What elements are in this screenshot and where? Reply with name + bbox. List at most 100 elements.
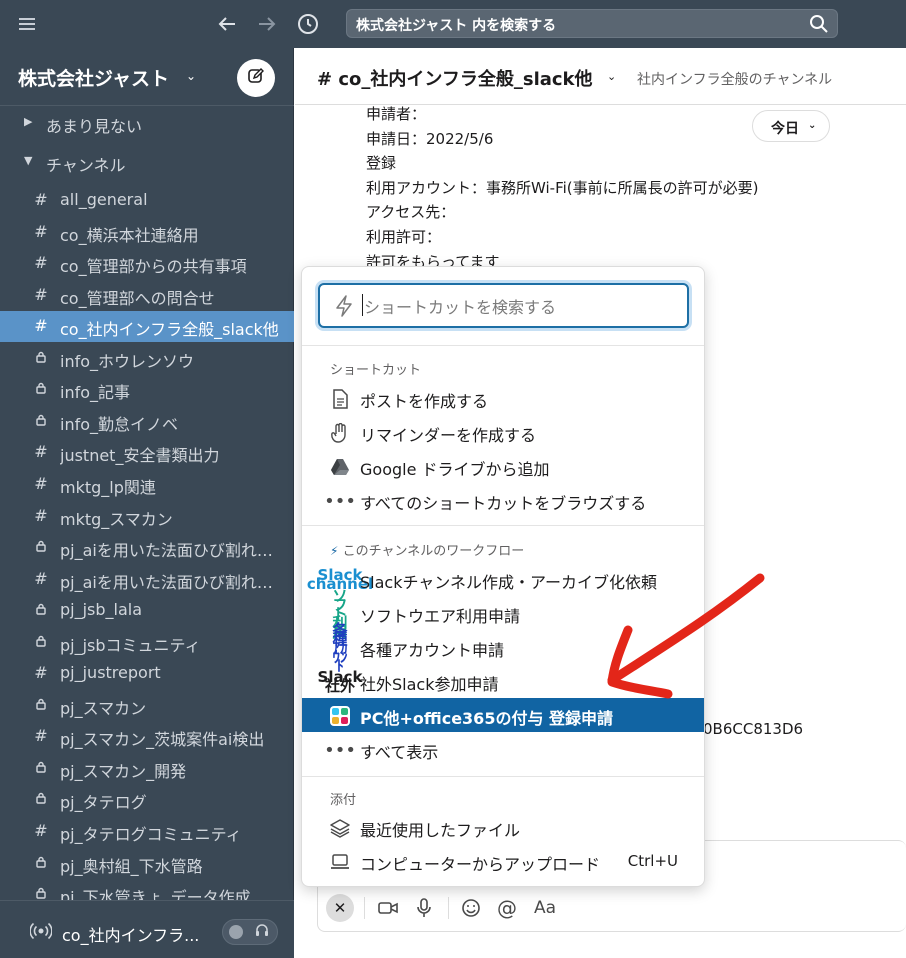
shortcut-create-post[interactable]: ポストを作成する bbox=[302, 381, 704, 415]
channel-name: co_社内インフラ全般_slack他 bbox=[60, 320, 279, 339]
caret-down-icon: ▼ bbox=[24, 154, 33, 167]
top-bar: 株式会社ジャスト 内を検索する bbox=[0, 0, 906, 48]
shortcut-google-drive[interactable]: Google ドライブから追加 bbox=[302, 449, 704, 483]
workflow-label: PC他+office365の付与 登録申請 bbox=[360, 709, 614, 728]
ellipsis-icon: ••• bbox=[324, 739, 356, 761]
hash-icon: # bbox=[34, 442, 48, 461]
layers-icon bbox=[329, 817, 351, 839]
attach-recent-files[interactable]: 最近使用したファイル bbox=[302, 810, 704, 844]
sidebar-channel-item[interactable]: # justnet_安全書類出力 bbox=[0, 437, 294, 468]
workflow-show-all[interactable]: ••• すべて表示 bbox=[302, 732, 704, 766]
forward-arrow-icon[interactable] bbox=[253, 10, 281, 38]
sidebar-channel-item[interactable]: # pj_aiを用いた法面ひび割れ解析 bbox=[0, 564, 294, 595]
message-text-fragment: 0B6CC813D6 bbox=[703, 720, 804, 738]
video-camera-icon[interactable] bbox=[376, 896, 400, 920]
channel-title[interactable]: # co_社内インフラ全般_slack他 bbox=[317, 65, 593, 91]
compose-button[interactable] bbox=[237, 59, 275, 97]
channel-name: pj_jsb_lala bbox=[60, 600, 143, 619]
search-icon bbox=[809, 14, 829, 34]
channel-name: co_管理部への問合せ bbox=[60, 289, 215, 308]
attach-upload-from-computer[interactable]: コンピューターからアップロード Ctrl+U bbox=[302, 844, 704, 878]
sidebar-channel-item[interactable]: info_勤怠イノベ bbox=[0, 406, 294, 437]
sidebar-channel-item[interactable]: pj_jsbコミュニティ bbox=[0, 627, 294, 658]
section-label: チャンネル bbox=[46, 156, 126, 175]
shortcut-browse-all[interactable]: ••• すべてのショートカットをブラウズする bbox=[302, 483, 704, 517]
sidebar-channel-item[interactable]: # co_管理部からの共有事項 bbox=[0, 248, 294, 279]
hash-icon: # bbox=[34, 474, 48, 493]
sidebar-channel-item[interactable]: # pj_justreport bbox=[0, 658, 294, 689]
history-clock-icon[interactable] bbox=[294, 10, 322, 38]
sidebar-channel-item[interactable]: info_ホウレンソウ bbox=[0, 343, 294, 374]
channel-name: all_general bbox=[60, 190, 148, 209]
composer-toolbar: ✕ @ Aa bbox=[318, 889, 906, 929]
channel-name: pj_justreport bbox=[60, 663, 161, 682]
huddle-bar: co_社内インフラ... bbox=[0, 900, 294, 958]
chevron-down-icon[interactable]: ⌄ bbox=[607, 70, 616, 83]
channel-name: co_横浜本社連絡用 bbox=[60, 226, 199, 245]
shortcut-search-input[interactable]: ショートカットを検索する bbox=[318, 283, 689, 328]
huddle-toggle[interactable] bbox=[222, 919, 278, 945]
toggle-knob bbox=[229, 925, 243, 939]
shortcuts-menu: ショートカットを検索する ショートカット ポストを作成する リマインダーを作成す… bbox=[301, 266, 705, 887]
workflow-pc-office365-request[interactable]: PC他+office365の付与 登録申請 bbox=[302, 698, 704, 732]
search-placeholder: ショートカットを検索する bbox=[364, 298, 557, 317]
channel-name: pj_スマカン bbox=[60, 699, 147, 718]
workspace-name[interactable]: 株式会社ジャスト bbox=[18, 64, 169, 91]
sidebar-channel-item[interactable]: # all_general bbox=[0, 185, 294, 216]
headphones-icon bbox=[255, 923, 269, 941]
lock-icon bbox=[34, 382, 48, 397]
channel-name: justnet_安全書類出力 bbox=[60, 446, 220, 465]
sidebar-channel-item[interactable]: # co_社内インフラ全般_slack他 bbox=[0, 311, 294, 342]
hamburger-menu-icon[interactable] bbox=[13, 10, 41, 38]
microphone-icon[interactable] bbox=[412, 896, 436, 920]
sidebar-channel-item[interactable]: pj_スマカン bbox=[0, 690, 294, 721]
huddle-channel-name[interactable]: co_社内インフラ... bbox=[62, 922, 199, 946]
emoji-icon[interactable] bbox=[459, 896, 483, 920]
sidebar-channel-item[interactable]: # mktg_スマカン bbox=[0, 501, 294, 532]
back-arrow-icon[interactable] bbox=[213, 10, 241, 38]
workflow-external-slack-request[interactable]: Slack 社外 社外Slack参加申請 bbox=[302, 664, 704, 698]
lock-icon bbox=[34, 792, 48, 807]
workflow-slack-channel-request[interactable]: Slack channel Slackチャンネル作成・アーカイブ化依頼 bbox=[302, 562, 704, 596]
workflow-account-request[interactable]: 各種 ｱｶｳﾝﾄ 各種アカウント申請 bbox=[302, 622, 704, 673]
hash-icon: # bbox=[34, 569, 48, 588]
close-shortcuts-button[interactable]: ✕ bbox=[326, 894, 354, 922]
sidebar-channel-item[interactable]: # co_管理部への問合せ bbox=[0, 280, 294, 311]
sidebar-channel-item[interactable]: # pj_タテログコミュニティ bbox=[0, 816, 294, 847]
hash-icon: # bbox=[34, 253, 48, 272]
channel-name: pj_jsbコミュニティ bbox=[60, 636, 201, 655]
compose-edit-icon bbox=[247, 67, 265, 89]
lock-icon bbox=[34, 635, 48, 650]
shortcut-create-reminder[interactable]: リマインダーを作成する bbox=[302, 415, 704, 449]
workspace-search-bar[interactable]: 株式会社ジャスト 内を検索する bbox=[346, 9, 838, 38]
toolbar-divider bbox=[364, 897, 365, 919]
workflow-label: すべて表示 bbox=[360, 743, 439, 762]
mention-at-icon[interactable]: @ bbox=[495, 896, 519, 920]
sidebar-channel-item[interactable]: info_記事 bbox=[0, 374, 294, 405]
sidebar-channel-item[interactable]: pj_スマカン_開発 bbox=[0, 753, 294, 784]
channel-name: pj_スマカン_茨城案件ai検出 bbox=[60, 730, 265, 749]
sidebar-channel-item[interactable]: pj_タテログ bbox=[0, 784, 294, 815]
sidebar-channel-item[interactable]: # mktg_lp関連 bbox=[0, 469, 294, 500]
text-formatting-icon[interactable]: Aa bbox=[533, 896, 557, 920]
sidebar-channel-item[interactable]: pj_jsb_lala bbox=[0, 595, 294, 626]
sidebar-channel-item[interactable]: # co_横浜本社連絡用 bbox=[0, 217, 294, 248]
lock-icon bbox=[34, 414, 48, 429]
date-divider-pill[interactable]: 今日 ⌄ bbox=[752, 110, 830, 142]
sidebar-channel-item[interactable]: pj_奥村組_下水管路 bbox=[0, 848, 294, 879]
document-icon bbox=[329, 388, 351, 410]
sidebar-channel-item[interactable]: # pj_スマカン_茨城案件ai検出 bbox=[0, 721, 294, 752]
workspace-header[interactable]: 株式会社ジャスト ⌄ bbox=[0, 48, 294, 106]
workflows-section-header: ⚡︎ このチャンネルのワークフロー bbox=[330, 540, 524, 559]
shortcut-label: ポストを作成する bbox=[360, 392, 489, 411]
hash-icon: # bbox=[34, 222, 48, 241]
sidebar-channel-item[interactable]: pj_aiを用いた法面ひび割れ検出 bbox=[0, 532, 294, 563]
section-rarely-viewed[interactable]: ▶ あまり見ない bbox=[0, 109, 294, 139]
workflow-software-request[interactable]: ソフト 利用 ソフトウエア利用申請 bbox=[302, 588, 704, 639]
section-channels[interactable]: ▼ チャンネル bbox=[0, 148, 294, 178]
attach-label: コンピューターからアップロード bbox=[360, 855, 601, 874]
channel-name: pj_タテログ bbox=[60, 793, 147, 812]
search-bar-text: 株式会社ジャスト 内を検索する bbox=[356, 18, 557, 34]
channel-name: pj_タテログコミュニティ bbox=[60, 825, 242, 844]
hash-icon: # bbox=[34, 285, 48, 304]
